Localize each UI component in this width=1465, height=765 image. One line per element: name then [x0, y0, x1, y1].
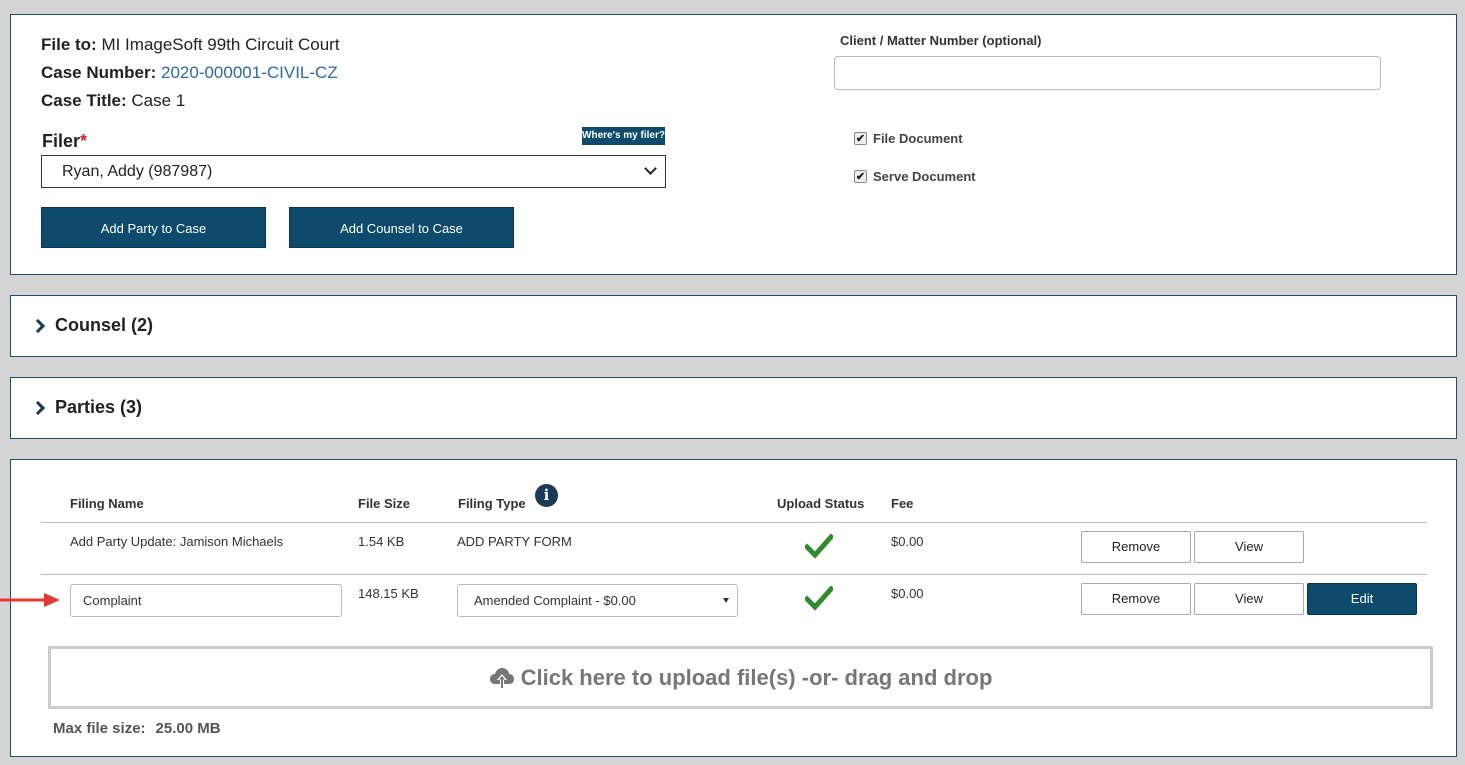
row2-filing-type-select[interactable]: Amended Complaint - $0.00	[457, 584, 738, 617]
header-fee: Fee	[891, 496, 914, 511]
add-counsel-button[interactable]: Add Counsel to Case	[289, 207, 514, 248]
row2-fee: $0.00	[891, 586, 924, 601]
row1-filing-type: ADD PARTY FORM	[457, 534, 572, 549]
max-file-size: Max file size: 25.00 MB	[53, 720, 221, 737]
check-icon	[805, 585, 833, 611]
case-number-link[interactable]: 2020-000001-CIVIL-CZ	[161, 63, 338, 82]
file-to-label: File to:	[41, 35, 97, 54]
cloud-upload-icon	[489, 667, 514, 689]
case-title-line: Case Title: Case 1	[41, 91, 185, 111]
file-document-checkbox[interactable]: ✔	[854, 132, 867, 145]
chevron-right-icon	[30, 318, 46, 333]
counsel-section-header[interactable]: Counsel (2)	[30, 315, 154, 336]
parties-section-title: Parties (3)	[55, 397, 143, 417]
header-filing-name: Filing Name	[70, 496, 144, 511]
file-to-line: File to: MI ImageSoft 99th Circuit Court	[41, 35, 340, 55]
add-party-button[interactable]: Add Party to Case	[41, 207, 266, 248]
max-file-size-label: Max file size:	[53, 720, 146, 737]
case-title-label: Case Title:	[41, 91, 127, 110]
row2-filing-name-input[interactable]: Complaint	[70, 584, 342, 617]
serve-document-label: Serve Document	[873, 169, 976, 184]
upload-text: Click here to upload file(s) -or- drag a…	[520, 664, 993, 690]
caret-down-icon	[723, 598, 729, 603]
red-arrow-icon	[0, 593, 60, 607]
case-number-line: Case Number: 2020-000001-CIVIL-CZ	[41, 63, 338, 83]
counsel-section-title: Counsel (2)	[55, 315, 154, 335]
wheres-my-filer-button[interactable]: Where's my filer?	[582, 127, 665, 145]
row1-filing-name: Add Party Update: Jamison Michaels	[70, 534, 284, 549]
header-file-size: File Size	[358, 496, 411, 511]
filer-select[interactable]: Ryan, Addy (987987)	[41, 155, 666, 188]
row1-file-size: 1.54 KB	[358, 534, 405, 549]
row2-view-button[interactable]: View	[1194, 583, 1304, 615]
file-to-value: MI ImageSoft 99th Circuit Court	[101, 35, 340, 54]
chevron-right-icon	[30, 400, 46, 415]
case-title-value: Case 1	[131, 91, 186, 110]
serve-document-checkbox[interactable]: ✔	[854, 170, 867, 183]
case-info-panel: File to: MI ImageSoft 99th Circuit Court…	[10, 14, 1457, 275]
case-number-label: Case Number:	[41, 63, 157, 82]
row2-edit-button[interactable]: Edit	[1307, 583, 1417, 615]
row1-view-button[interactable]: View	[1194, 531, 1304, 563]
divider	[41, 522, 1427, 523]
parties-section-header[interactable]: Parties (3)	[30, 397, 143, 418]
row2-file-size: 148.15 KB	[358, 586, 419, 601]
header-upload-status: Upload Status	[777, 496, 865, 511]
file-document-label: File Document	[873, 131, 963, 146]
row1-fee: $0.00	[891, 534, 924, 549]
divider	[41, 574, 1427, 575]
client-matter-input[interactable]	[834, 56, 1381, 90]
row1-remove-button[interactable]: Remove	[1081, 531, 1191, 563]
check-icon	[805, 533, 833, 559]
filer-label-text: Filer	[42, 131, 81, 151]
filings-panel: Filing Name File Size Filing Type i Uplo…	[10, 459, 1457, 757]
client-matter-label: Client / Matter Number (optional)	[840, 33, 1042, 48]
upload-dropzone[interactable]: Click here to upload file(s) -or- drag a…	[48, 646, 1433, 709]
max-file-size-value: 25.00 MB	[155, 720, 221, 737]
filer-select-value: Ryan, Addy (987987)	[62, 163, 213, 180]
chevron-down-icon	[644, 162, 657, 175]
header-filing-type: Filing Type	[458, 496, 526, 511]
row2-filing-type-value: Amended Complaint - $0.00	[474, 593, 636, 608]
row2-remove-button[interactable]: Remove	[1081, 583, 1191, 615]
serve-document-option[interactable]: ✔ Serve Document	[854, 169, 976, 184]
parties-section[interactable]: Parties (3)	[10, 377, 1457, 439]
info-icon[interactable]: i	[535, 484, 558, 507]
filer-label: Filer*	[42, 131, 87, 152]
counsel-section[interactable]: Counsel (2)	[10, 295, 1457, 357]
file-document-option[interactable]: ✔ File Document	[854, 131, 963, 146]
required-marker: *	[80, 131, 88, 151]
